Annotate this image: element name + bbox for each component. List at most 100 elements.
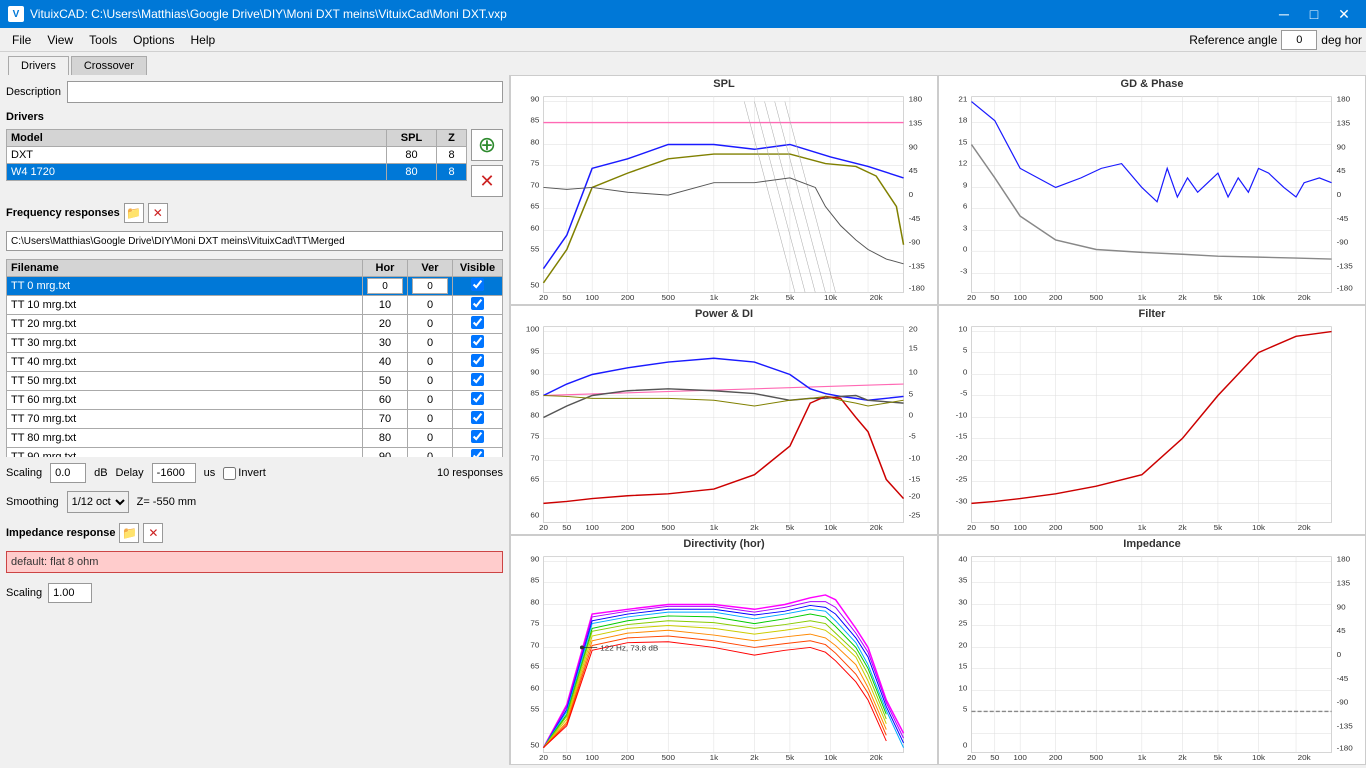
freq-hor — [363, 277, 408, 296]
svg-text:0: 0 — [963, 741, 968, 750]
col-filename: Filename — [7, 260, 363, 277]
list-item[interactable]: TT 70 mrg.txt700 — [7, 410, 503, 429]
visible-checkbox[interactable] — [471, 335, 484, 348]
visible-checkbox[interactable] — [471, 354, 484, 367]
svg-text:45: 45 — [1337, 626, 1347, 635]
svg-text:20k: 20k — [870, 523, 883, 532]
svg-text:60: 60 — [530, 684, 540, 693]
z-label: Z= -550 mm — [137, 496, 197, 508]
svg-text:200: 200 — [1049, 753, 1063, 762]
window-controls: ─ □ ✕ — [1270, 0, 1358, 28]
imp-scaling-input[interactable] — [48, 583, 92, 603]
list-item[interactable]: TT 90 mrg.txt900 — [7, 448, 503, 458]
tab-drivers[interactable]: Drivers — [8, 56, 69, 75]
list-item[interactable]: TT 80 mrg.txt800 — [7, 429, 503, 448]
visible-checkbox[interactable] — [471, 449, 484, 457]
menu-options[interactable]: Options — [125, 31, 182, 49]
visible-checkbox[interactable] — [471, 373, 484, 386]
ver-input[interactable] — [412, 278, 448, 294]
visible-checkbox[interactable] — [471, 392, 484, 405]
menu-tools[interactable]: Tools — [81, 31, 125, 49]
list-item[interactable]: TT 10 mrg.txt100 — [7, 296, 503, 315]
svg-text:2k: 2k — [1178, 753, 1187, 762]
svg-text:-10: -10 — [956, 411, 968, 420]
minimize-button[interactable]: ─ — [1270, 0, 1298, 28]
list-item[interactable]: TT 20 mrg.txt200 — [7, 315, 503, 334]
svg-text:10: 10 — [958, 325, 968, 334]
freq-visible — [453, 277, 503, 296]
delete-driver-button[interactable]: ✕ — [471, 165, 503, 197]
impedance-chart-area: 40 35 30 25 20 15 10 5 0 180 135 90 45 0… — [939, 552, 1365, 762]
impedance-path-input[interactable] — [6, 551, 503, 573]
svg-text:15: 15 — [909, 344, 919, 353]
close-button[interactable]: ✕ — [1330, 0, 1358, 28]
smoothing-select[interactable]: 1/12 oct None 1/48 oct 1/24 oct 1/6 oct … — [67, 491, 129, 513]
invert-checkbox[interactable] — [223, 467, 236, 480]
svg-text:20: 20 — [539, 293, 549, 302]
reference-angle-control: Reference angle deg hor — [1189, 30, 1362, 50]
description-input[interactable] — [67, 81, 503, 103]
freq-ver — [408, 277, 453, 296]
freq-path-input[interactable] — [6, 231, 503, 251]
directivity-chart-title: Directivity (hor) — [511, 536, 937, 552]
svg-text:2k: 2k — [750, 523, 759, 532]
list-item[interactable]: TT 0 mrg.txt — [7, 277, 503, 296]
imp-delete-button[interactable]: ✕ — [143, 523, 163, 543]
svg-text:85: 85 — [530, 576, 540, 585]
impedance-response-header: Impedance response 📁 ✕ — [6, 523, 503, 543]
svg-text:10k: 10k — [1252, 523, 1265, 532]
freq-delete-button[interactable]: ✕ — [148, 203, 168, 223]
svg-text:-180: -180 — [909, 284, 926, 293]
hor-input[interactable] — [367, 278, 403, 294]
visible-checkbox[interactable] — [471, 297, 484, 310]
list-item[interactable]: TT 40 mrg.txt400 — [7, 353, 503, 372]
smoothing-label: Smoothing — [6, 496, 59, 508]
visible-checkbox[interactable] — [471, 430, 484, 443]
svg-text:200: 200 — [621, 523, 635, 532]
svg-text:75: 75 — [530, 159, 540, 168]
svg-text:135: 135 — [1337, 119, 1351, 128]
svg-text:20k: 20k — [1298, 753, 1311, 762]
list-item[interactable]: TT 60 mrg.txt600 — [7, 391, 503, 410]
imp-folder-button[interactable]: 📁 — [119, 523, 139, 543]
scaling-input[interactable] — [50, 463, 86, 483]
svg-text:10k: 10k — [1252, 753, 1265, 762]
maximize-button[interactable]: □ — [1300, 0, 1328, 28]
menu-view[interactable]: View — [39, 31, 81, 49]
tab-crossover[interactable]: Crossover — [71, 56, 147, 75]
svg-text:65: 65 — [530, 202, 540, 211]
visible-checkbox[interactable] — [471, 316, 484, 329]
svg-text:500: 500 — [1089, 293, 1103, 302]
table-row[interactable]: DXT 80 8 — [7, 147, 467, 164]
svg-text:90: 90 — [1337, 602, 1347, 611]
visible-checkbox[interactable] — [471, 411, 484, 424]
list-item[interactable]: TT 30 mrg.txt300 — [7, 334, 503, 353]
responses-count: 10 responses — [437, 467, 503, 479]
menu-help[interactable]: Help — [183, 31, 224, 49]
svg-text:90: 90 — [530, 95, 540, 104]
power-di-chart: Power & DI 100 95 90 85 80 75 70 65 60 2… — [510, 305, 938, 535]
ref-angle-unit: deg hor — [1321, 33, 1362, 47]
table-row[interactable]: W4 1720 80 8 — [7, 164, 467, 181]
svg-text:70: 70 — [530, 454, 540, 463]
freq-filename: TT 0 mrg.txt — [7, 277, 363, 296]
driver-z: 8 — [437, 164, 467, 181]
ref-angle-input[interactable] — [1281, 30, 1317, 50]
add-driver-button[interactable]: ⊕ — [471, 129, 503, 161]
list-item[interactable]: TT 50 mrg.txt500 — [7, 372, 503, 391]
svg-text:10: 10 — [909, 368, 919, 377]
delay-input[interactable] — [152, 463, 196, 483]
freq-folder-button[interactable]: 📁 — [124, 203, 144, 223]
visible-checkbox[interactable] — [471, 278, 484, 291]
svg-text:20: 20 — [967, 523, 977, 532]
svg-text:3: 3 — [963, 224, 968, 233]
svg-text:-10: -10 — [909, 454, 921, 463]
svg-text:-20: -20 — [909, 492, 921, 501]
svg-text:10k: 10k — [824, 523, 837, 532]
menu-file[interactable]: File — [4, 31, 39, 49]
svg-text:20k: 20k — [1298, 293, 1311, 302]
plus-icon: ⊕ — [478, 132, 496, 158]
driver-spl: 80 — [387, 164, 437, 181]
freq-table: Filename Hor Ver Visible TT 0 mrg.txt TT… — [6, 259, 503, 457]
svg-text:75: 75 — [530, 432, 540, 441]
